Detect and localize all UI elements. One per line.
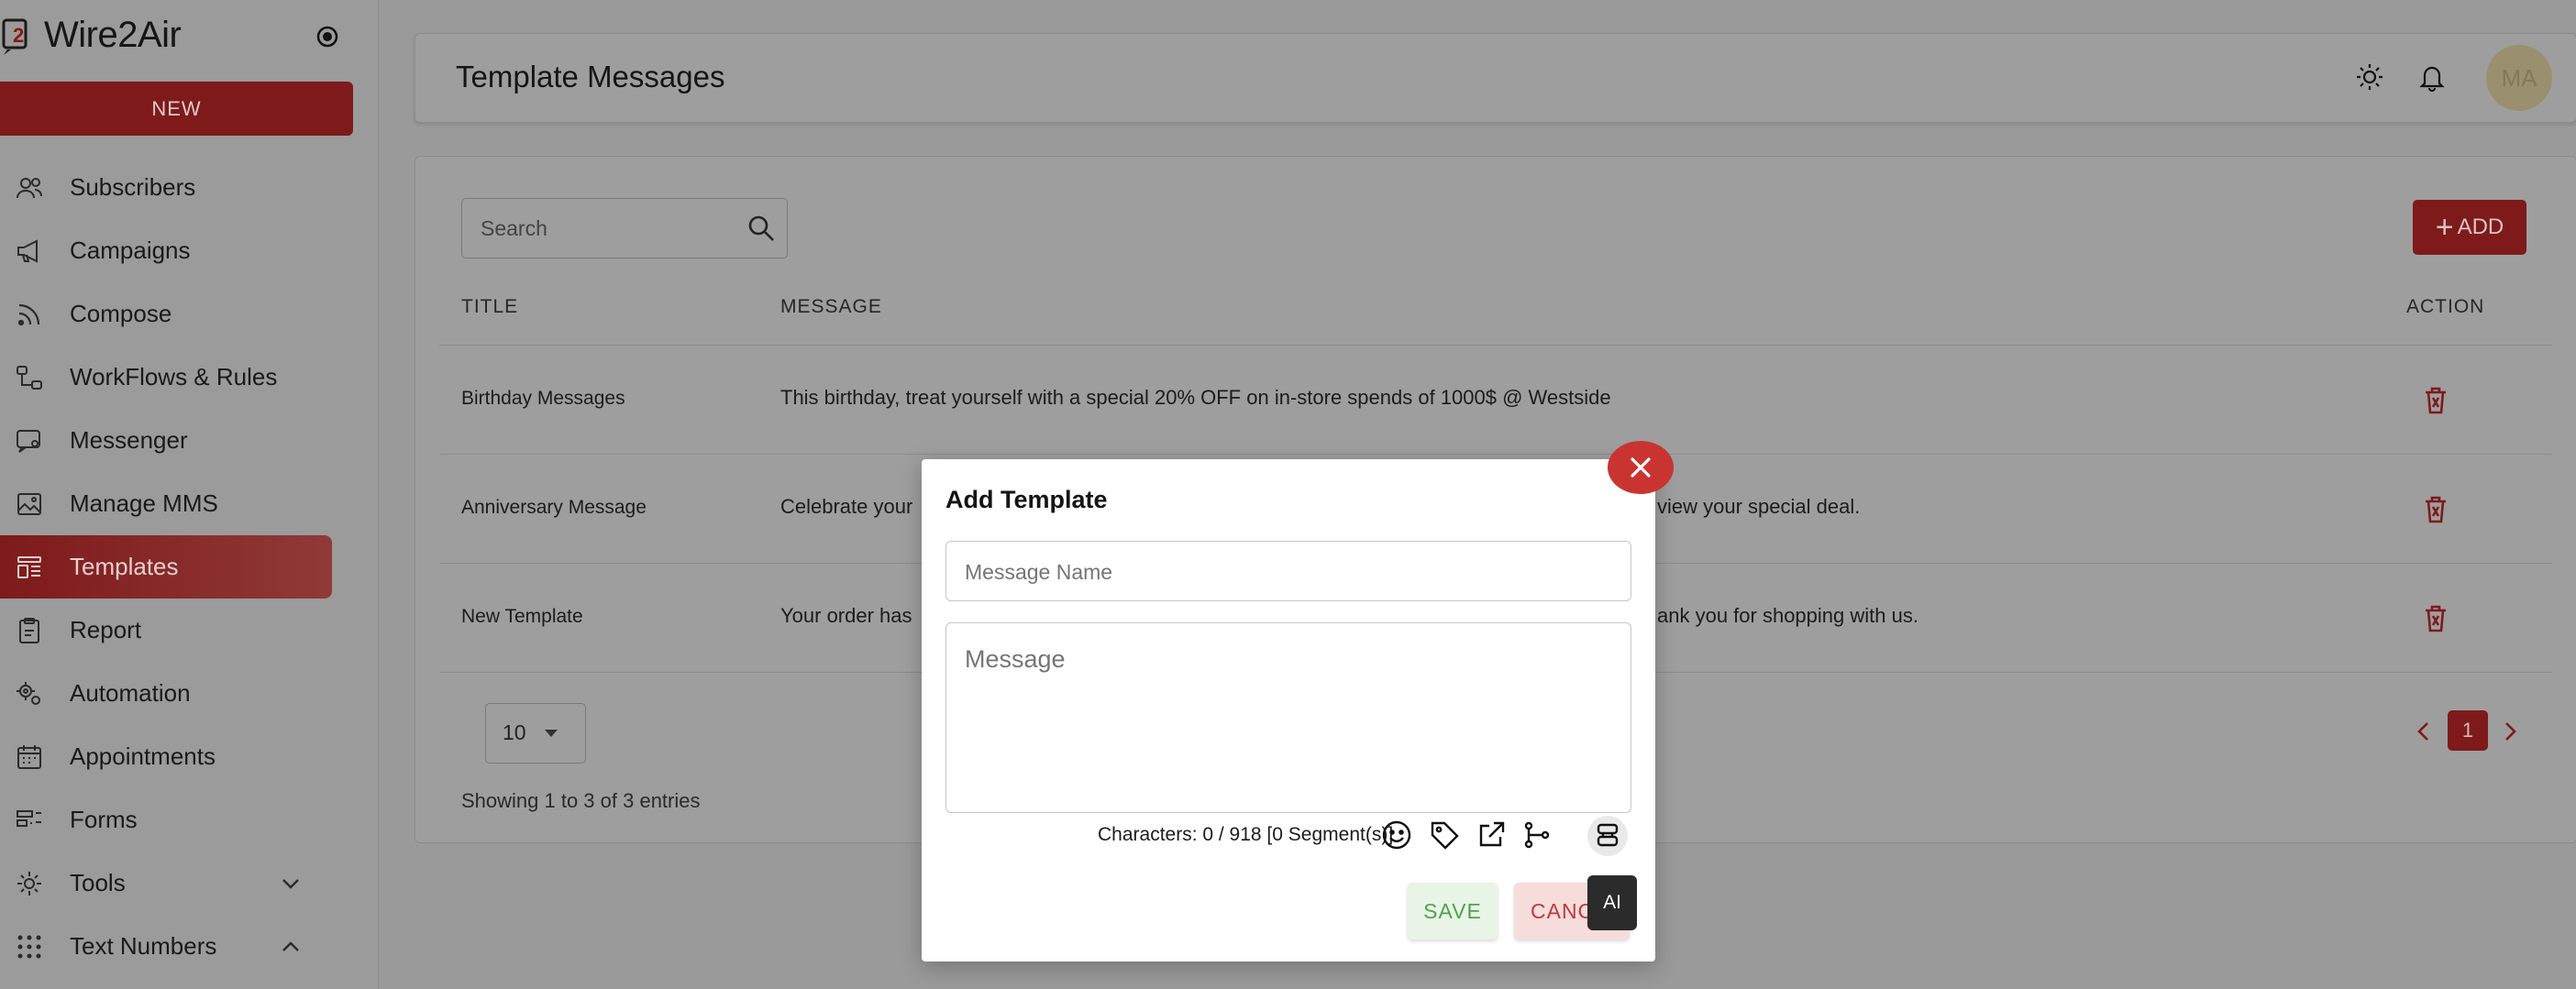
image-icon bbox=[17, 492, 41, 515]
character-count: Characters: 0 / 918 [0 Segment(s)] bbox=[1098, 824, 1394, 845]
search-icon[interactable] bbox=[746, 214, 776, 243]
sidebar-item-text-numbers[interactable]: Text Numbers bbox=[0, 915, 378, 978]
row-message: This birthday, treat yourself with a spe… bbox=[780, 386, 1611, 409]
message-textarea[interactable] bbox=[963, 643, 1609, 794]
emoji-icon[interactable] bbox=[1380, 819, 1413, 852]
column-header-title: TITLE bbox=[461, 296, 519, 317]
row-title: Birthday Messages bbox=[461, 388, 625, 409]
close-button[interactable] bbox=[1608, 441, 1674, 494]
sidebar-item-workflows[interactable]: WorkFlows & Rules bbox=[0, 346, 378, 409]
row-message-end: view your special deal. bbox=[1657, 495, 1861, 518]
sidebar-item-label: Campaigns bbox=[70, 236, 191, 264]
svg-text:2: 2 bbox=[13, 24, 24, 47]
sidebar-item-label: Tools bbox=[70, 869, 126, 896]
sidebar-item-label: Messenger bbox=[70, 426, 188, 454]
caret-down-icon bbox=[545, 730, 558, 737]
save-button[interactable]: SAVE bbox=[1408, 883, 1498, 940]
chevron-left-icon[interactable] bbox=[2413, 718, 2435, 745]
sidebar-item-label: Templates bbox=[70, 553, 179, 580]
avatar[interactable]: MA bbox=[2486, 45, 2552, 111]
ai-icon[interactable] bbox=[1591, 819, 1624, 852]
row-message-start: Your order has bbox=[780, 604, 912, 627]
trash-icon[interactable] bbox=[2423, 386, 2449, 415]
sidebar-item-campaigns[interactable]: Campaigns bbox=[0, 219, 378, 282]
tag-icon[interactable] bbox=[1428, 819, 1461, 852]
sidebar-item-manage-mms[interactable]: Manage MMS bbox=[0, 472, 378, 535]
chat-user-icon bbox=[17, 429, 40, 453]
bell-icon[interactable] bbox=[2416, 61, 2448, 93]
page-header: Template Messages MA bbox=[415, 33, 2576, 123]
rss-icon bbox=[17, 303, 40, 325]
sidebar-item-label: Text Numbers bbox=[70, 932, 217, 960]
close-icon bbox=[1631, 457, 1651, 478]
sidebar-item-label: Compose bbox=[70, 300, 172, 327]
message-name-field[interactable] bbox=[945, 541, 1631, 601]
row-title: Anniversary Message bbox=[461, 497, 647, 518]
template-icon bbox=[17, 555, 41, 578]
search-field[interactable] bbox=[461, 198, 788, 258]
dialpad-icon bbox=[17, 935, 41, 958]
trash-icon[interactable] bbox=[2423, 604, 2449, 633]
sidebar-item-appointments[interactable]: Appointments bbox=[0, 725, 378, 788]
sidebar-item-tools[interactable]: Tools bbox=[0, 852, 378, 915]
sidebar-item-label: Manage MMS bbox=[70, 489, 218, 517]
divider bbox=[439, 454, 2552, 455]
search-input[interactable] bbox=[479, 212, 730, 245]
add-template-modal: Add Template Characters: 0 / 918 [0 Segm… bbox=[922, 441, 1674, 962]
app-name: Wire2Air bbox=[44, 15, 182, 55]
sidebar-item-forms[interactable]: Forms bbox=[0, 788, 378, 852]
entries-info: Showing 1 to 3 of 3 entries bbox=[461, 789, 701, 812]
external-link-icon[interactable] bbox=[1475, 819, 1508, 852]
sidebar-item-label: Automation bbox=[70, 679, 191, 707]
branch-icon[interactable] bbox=[1520, 819, 1553, 852]
app-logo[interactable]: 2 Wire2Air bbox=[0, 15, 182, 56]
page-title: Template Messages bbox=[456, 60, 725, 93]
message-name-input[interactable] bbox=[963, 556, 1609, 588]
row-title: New Template bbox=[461, 606, 583, 627]
gears-icon bbox=[17, 681, 40, 705]
sidebar-nav: Subscribers Campaigns Compose WorkFlows … bbox=[0, 156, 378, 978]
column-header-message: MESSAGE bbox=[780, 296, 882, 317]
chevron-right-icon[interactable] bbox=[2499, 718, 2521, 745]
clipboard-icon bbox=[19, 617, 39, 643]
ai-tooltip: AI bbox=[1587, 875, 1637, 930]
new-button[interactable]: NEW bbox=[0, 82, 353, 136]
row-message-end: ank you for shopping with us. bbox=[1657, 604, 1918, 627]
sidebar-item-compose[interactable]: Compose bbox=[0, 282, 378, 346]
sidebar-item-label: Subscribers bbox=[70, 173, 196, 201]
sidebar-item-label: Appointments bbox=[70, 742, 216, 770]
plus-icon: + bbox=[2435, 210, 2454, 245]
users-icon bbox=[17, 177, 42, 198]
sidebar-item-label: Report bbox=[70, 616, 142, 643]
workflow-icon bbox=[17, 365, 42, 390]
page-size-select[interactable]: 10 bbox=[485, 703, 586, 764]
sidebar-item-label: WorkFlows & Rules bbox=[70, 363, 278, 390]
form-icon bbox=[17, 809, 41, 827]
sun-icon[interactable] bbox=[2354, 61, 2385, 93]
sidebar-item-messenger[interactable]: Messenger bbox=[0, 409, 378, 472]
logo-icon: 2 bbox=[2, 18, 28, 55]
add-template-button[interactable]: + ADD bbox=[2413, 200, 2526, 255]
row-message-start: Celebrate your bbox=[780, 495, 913, 518]
page-number-1[interactable]: 1 bbox=[2448, 710, 2488, 751]
trash-icon[interactable] bbox=[2423, 495, 2449, 524]
chevron-down-icon[interactable] bbox=[281, 874, 301, 894]
sidebar-item-automation[interactable]: Automation bbox=[0, 662, 378, 725]
sidebar: 2 Wire2Air NEW Subscribers Campaigns Com… bbox=[0, 0, 379, 989]
add-button-label: ADD bbox=[2457, 214, 2504, 239]
sidebar-item-report[interactable]: Report bbox=[0, 599, 378, 662]
sidebar-item-subscribers[interactable]: Subscribers bbox=[0, 156, 378, 219]
record-icon[interactable] bbox=[316, 26, 338, 48]
megaphone-icon bbox=[17, 238, 38, 263]
chevron-up-icon[interactable] bbox=[281, 937, 301, 957]
calendar-icon bbox=[17, 744, 41, 769]
page-size-value: 10 bbox=[503, 720, 526, 744]
gear-icon bbox=[17, 871, 41, 896]
divider bbox=[439, 345, 2552, 346]
sidebar-item-label: Forms bbox=[70, 806, 138, 833]
modal-title: Add Template bbox=[945, 486, 1108, 513]
sidebar-item-templates[interactable]: Templates bbox=[0, 535, 378, 599]
column-header-action: ACTION bbox=[2406, 296, 2485, 317]
message-field[interactable] bbox=[945, 622, 1631, 813]
